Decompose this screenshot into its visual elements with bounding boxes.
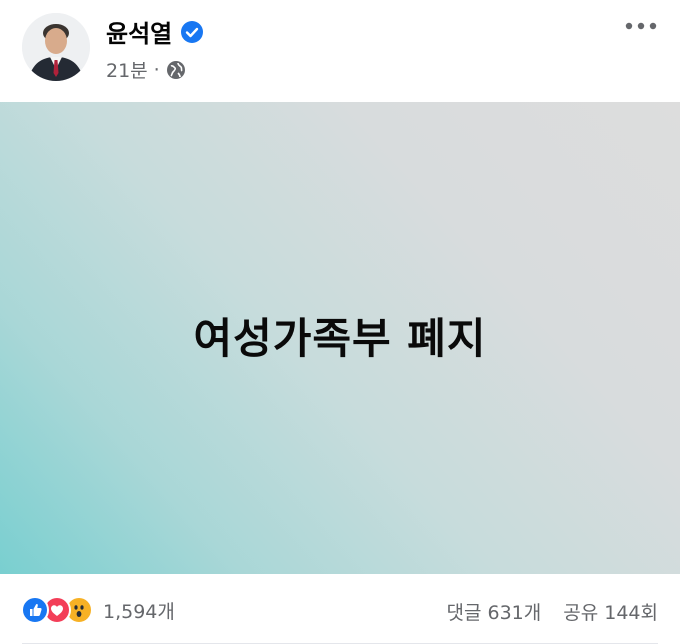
post-timestamp[interactable]: 21분 [106, 56, 148, 83]
author-avatar[interactable] [22, 13, 90, 81]
post-image-text: 여성가족부 폐지 [193, 314, 487, 363]
share-count[interactable]: 공유 144회 [563, 598, 658, 625]
post-meta: 21분 · [106, 56, 186, 83]
author-line: 윤석열 [106, 14, 204, 49]
engagement-counts: 댓글 631개 공유 144회 [447, 598, 659, 625]
post-image[interactable]: 여성가족부 폐지 [0, 102, 680, 574]
post-header: 윤석열 21분 · [0, 0, 680, 102]
more-options-icon[interactable] [624, 14, 658, 38]
like-icon [21, 596, 49, 624]
author-name[interactable]: 윤석열 [106, 14, 172, 49]
reaction-count: 1,594개 [103, 600, 175, 623]
globe-icon [166, 60, 186, 80]
comment-count[interactable]: 댓글 631개 [447, 598, 542, 625]
reactions-summary[interactable]: 1,594개 [21, 596, 175, 624]
meta-separator: · [153, 58, 160, 81]
post-footer: 1,594개 댓글 631개 공유 144회 [0, 574, 680, 644]
verified-badge-icon [180, 20, 204, 44]
